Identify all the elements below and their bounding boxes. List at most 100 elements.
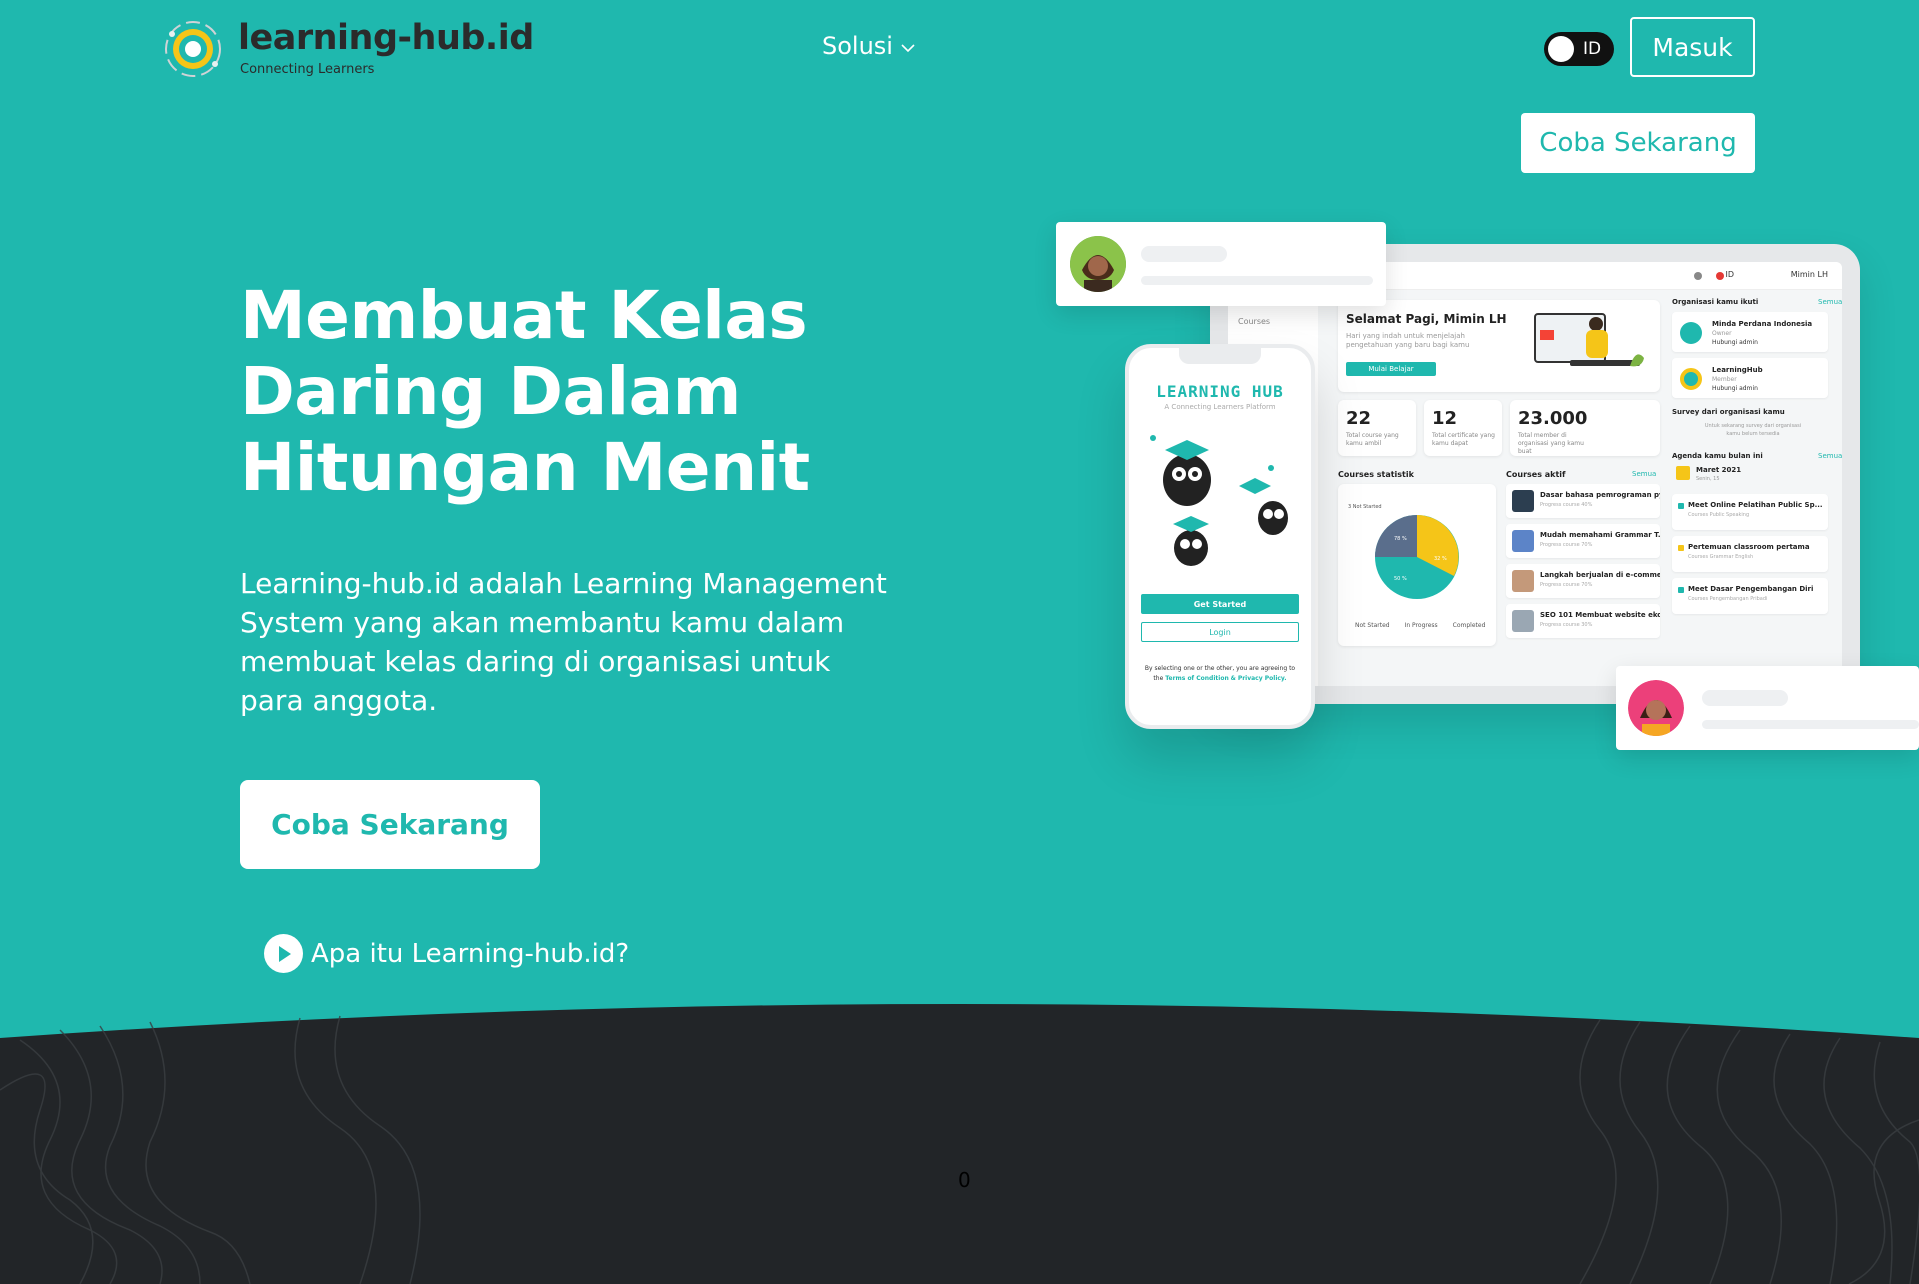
stat-value: 22 — [1346, 408, 1372, 429]
hero-description: Learning-hub.id adalah Learning Manageme… — [240, 567, 887, 717]
course-progress: Progress course 40% — [1540, 502, 1593, 508]
course-progress: Progress course 70% — [1540, 542, 1593, 548]
dashboard-user-name: Mimin LH — [1790, 270, 1828, 279]
pie-label: 50 % — [1394, 576, 1407, 582]
stat-card: 12 Total certificate yang kamu dapat — [1424, 400, 1502, 456]
nav-solusi-dropdown[interactable]: Solusi — [822, 32, 915, 60]
agenda-item-title: Pertemuan classroom pertama — [1688, 543, 1810, 551]
privacy-link: Privacy Policy. — [1237, 675, 1287, 682]
agenda-month: Maret 2021 — [1696, 466, 1742, 474]
pie-note: 3 Not Started — [1348, 504, 1382, 510]
dashboard-lang: ID — [1725, 270, 1734, 279]
pie-label: 78 % — [1394, 536, 1407, 542]
section-counter: 0 — [958, 1168, 971, 1192]
placeholder-line — [1141, 276, 1373, 285]
course-thumb — [1512, 570, 1534, 592]
placeholder-line — [1141, 246, 1227, 262]
survey-empty-text: Untuk sekarang survey dari organisasi ka… — [1704, 423, 1802, 437]
sidebar-item-courses: Courses — [1238, 317, 1271, 326]
phone-mockup: LEARNING HUB A Connecting Learners Platf… — [1125, 344, 1315, 729]
terms-link: Terms of Condition — [1165, 675, 1229, 682]
courses-pie-chart — [1375, 515, 1459, 599]
course-title: Mudah memahami Grammar T... — [1540, 531, 1660, 539]
language-toggle[interactable]: ID — [1544, 32, 1614, 66]
course-title: Dasar bahasa pemrograman py... — [1540, 491, 1660, 499]
phone-login-button: Login — [1141, 622, 1299, 642]
phone-notch — [1179, 348, 1261, 364]
agenda-item-sub: Courses Pengembangan Pribadi — [1688, 596, 1768, 602]
agenda-day: Senin, 15 — [1696, 476, 1720, 482]
agenda-item-title: Meet Dasar Pengembangan Diri — [1688, 585, 1814, 593]
flag-icon — [1716, 272, 1724, 280]
logo-icon — [162, 18, 224, 80]
stat-value: 12 — [1432, 408, 1458, 429]
play-icon — [264, 934, 303, 973]
courses-stat-card: 3 Not Started 78 % 32 % 50 % Not Started… — [1338, 484, 1496, 646]
video-link-label: Apa itu Learning-hub.id? — [311, 938, 630, 969]
course-item: SEO 101 Membuat website ekois Progress c… — [1506, 604, 1660, 638]
course-thumb — [1512, 610, 1534, 632]
dark-wave-section — [0, 1004, 1919, 1284]
logo-subtitle: Connecting Learners — [240, 62, 375, 77]
pie-label: 32 % — [1434, 556, 1447, 562]
terms-and: & — [1230, 675, 1236, 682]
course-thumb — [1512, 530, 1534, 552]
org-name: LearningHub — [1712, 366, 1763, 374]
legend-completed: Completed — [1452, 622, 1486, 629]
agenda-item-sub: Courses Public Speaking — [1688, 512, 1750, 518]
org-logo-icon — [1680, 368, 1702, 390]
start-learning-button: Mulai Belajar — [1346, 362, 1436, 376]
agenda-dot — [1678, 503, 1684, 509]
active-courses-title: Courses aktif — [1506, 470, 1566, 479]
avatar — [1070, 236, 1126, 292]
see-all-courses-link: Semua — [1632, 470, 1657, 478]
org-action: Hubungi admin — [1712, 385, 1758, 392]
stat-label: Total member di organisasi yang kamu bua… — [1518, 432, 1584, 455]
see-all-orgs-link: Semua — [1818, 298, 1842, 306]
what-is-video-link[interactable]: Apa itu Learning-hub.id? — [264, 934, 629, 973]
pie-legend: Not Started In Progress Completed — [1348, 622, 1485, 629]
legend-in-progress: In Progress — [1404, 622, 1438, 629]
agenda-title: Agenda kamu bulan ini — [1672, 452, 1763, 460]
see-all-agenda-link: Semua — [1818, 452, 1842, 460]
stat-value: 23.000 — [1518, 408, 1588, 429]
org-item: LearningHub Member Hubungi admin — [1672, 358, 1828, 398]
try-now-hero-button[interactable]: Coba Sekarang — [240, 780, 540, 869]
try-now-header-button[interactable]: Coba Sekarang — [1521, 113, 1755, 173]
phone-terms-text: By selecting one or the other, you are a… — [1143, 664, 1297, 684]
nav-solusi-label: Solusi — [822, 32, 893, 60]
greeting-card: Selamat Pagi, Mimin LH Hari yang indah u… — [1338, 300, 1660, 392]
org-logo-icon — [1680, 322, 1702, 344]
language-label: ID — [1583, 39, 1602, 59]
org-action: Hubungi admin — [1712, 339, 1758, 346]
org-role: Owner — [1712, 330, 1732, 337]
agenda-item-sub: Courses Grammar English — [1688, 554, 1754, 560]
toggle-knob — [1548, 36, 1574, 62]
agenda-dot — [1678, 587, 1684, 593]
org-name: Minda Perdana Indonesia — [1712, 320, 1813, 328]
greeting-title: Selamat Pagi, Mimin LH — [1346, 312, 1507, 326]
org-item: Minda Perdana Indonesia Owner Hubungi ad… — [1672, 312, 1828, 352]
legend-not-started: Not Started — [1355, 622, 1390, 629]
site-logo[interactable]: learning-hub.id Connecting Learners — [162, 18, 534, 80]
placeholder-line — [1702, 720, 1919, 729]
graduation-mascot-illustration — [1150, 435, 1288, 566]
logo-title: learning-hub.id — [238, 18, 534, 58]
agenda-dot — [1678, 545, 1684, 551]
course-progress: Progress course 30% — [1540, 622, 1593, 628]
hero-title: Membuat Kelas Daring Dalam Hitungan Meni… — [240, 277, 810, 506]
notification-card-top — [1056, 222, 1386, 306]
agenda-item: Meet Online Pelatihan Public Sp... Cours… — [1672, 494, 1828, 530]
course-title: SEO 101 Membuat website ekois — [1540, 611, 1660, 619]
login-button[interactable]: Masuk — [1630, 17, 1755, 77]
stat-label: Total course yang kamu ambil — [1346, 432, 1399, 447]
org-role: Member — [1712, 376, 1737, 383]
courses-stat-title: Courses statistik — [1338, 470, 1414, 479]
course-item: Mudah memahami Grammar T... Progress cou… — [1506, 524, 1660, 558]
notification-card-bottom — [1616, 666, 1919, 750]
placeholder-line — [1702, 690, 1788, 706]
dashboard-screen: ID Mimin LH Dashboard Courses Selamat Pa… — [1228, 262, 1842, 686]
course-item: Dasar bahasa pemrograman py... Progress … — [1506, 484, 1660, 518]
phone-app-subtitle: A Connecting Learners Platform — [1164, 403, 1276, 411]
stat-card: 22 Total course yang kamu ambil — [1338, 400, 1416, 456]
